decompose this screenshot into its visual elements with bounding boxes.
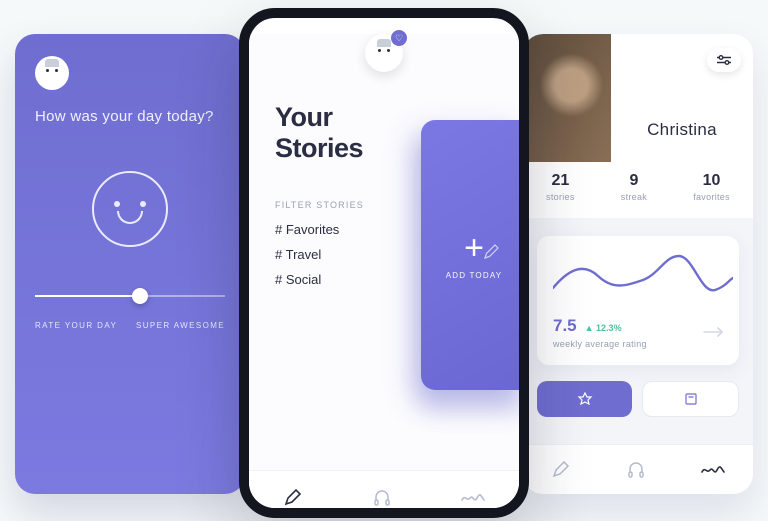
rating-caption: weekly average rating <box>553 339 723 349</box>
nav-write-icon[interactable] <box>551 461 571 479</box>
secondary-action-button[interactable] <box>642 381 739 417</box>
bot-face-icon <box>41 62 63 84</box>
mood-face-icon <box>92 171 168 247</box>
nav-stats-icon[interactable] <box>701 463 725 477</box>
profile-photo[interactable] <box>523 34 611 162</box>
bottom-nav <box>523 444 753 494</box>
rating-line-chart <box>553 250 733 308</box>
heart-badge-icon: ♡ <box>391 30 407 46</box>
avatar-bot <box>35 56 69 90</box>
slider-thumb[interactable] <box>132 288 148 304</box>
nav-write-icon[interactable] <box>283 489 303 507</box>
bottom-nav <box>249 470 519 518</box>
avatar-bot[interactable]: ♡ <box>365 34 403 72</box>
nav-active-dot <box>292 511 296 515</box>
plus-icon: + <box>464 231 484 265</box>
mood-slider[interactable] <box>35 295 225 297</box>
rating-value: 7.5 <box>553 316 577 336</box>
slider-label-right: SUPER AWESOME <box>136 321 225 330</box>
nav-listen-icon[interactable] <box>626 461 646 479</box>
mood-question: How was your day today? <box>35 108 225 125</box>
sliders-icon <box>716 55 732 65</box>
primary-action-button[interactable] <box>537 381 632 417</box>
nav-stats-icon[interactable] <box>461 491 485 505</box>
profile-screen: Christina 21stories 9streak 10favorites … <box>523 34 753 494</box>
profile-actions <box>537 381 739 417</box>
profile-stats: 21stories 9streak 10favorites <box>523 162 753 218</box>
nav-listen-icon[interactable] <box>372 489 392 507</box>
arrow-right-icon[interactable] <box>703 327 725 337</box>
pen-icon <box>482 243 500 261</box>
add-story-label: ADD TODAY <box>446 271 503 280</box>
mood-screen: How was your day today? RATE YOUR DAY SU… <box>15 34 245 494</box>
slider-labels: RATE YOUR DAY SUPER AWESOME <box>35 321 225 330</box>
rating-score-row: 7.5 ▲ 12.3% <box>553 316 723 336</box>
stat-streak[interactable]: 9streak <box>621 172 647 202</box>
stories-screen: ♡ Your Stories FILTER STORIES # Favorite… <box>239 8 529 518</box>
bot-face-icon <box>373 42 395 64</box>
rating-delta: ▲ 12.3% <box>585 323 622 333</box>
profile-header: Christina <box>523 34 753 162</box>
rating-card[interactable]: 7.5 ▲ 12.3% weekly average rating <box>537 236 739 365</box>
stat-favorites[interactable]: 10favorites <box>693 172 730 202</box>
settings-button[interactable] <box>707 48 741 72</box>
add-story-card[interactable]: + ADD TODAY <box>421 120 527 390</box>
note-icon <box>684 392 698 406</box>
slider-label-left: RATE YOUR DAY <box>35 321 117 330</box>
star-outline-icon <box>576 392 594 406</box>
stat-stories[interactable]: 21stories <box>546 172 575 202</box>
